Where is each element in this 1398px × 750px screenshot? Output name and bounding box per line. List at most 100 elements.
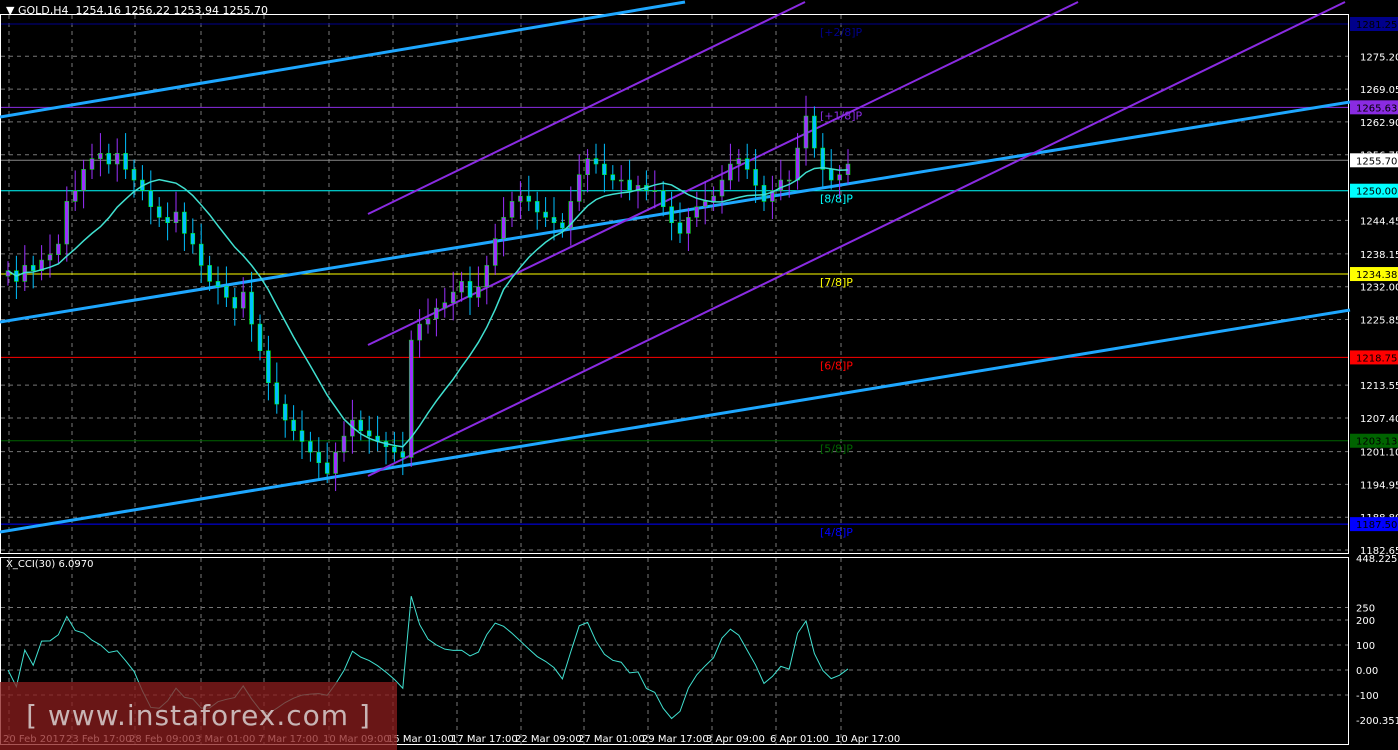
candle-body xyxy=(106,153,112,165)
x-tick-label: 6 Apr 01:00 xyxy=(770,734,829,745)
price-tick-label: 1194.95 xyxy=(1360,480,1398,491)
candle-body xyxy=(98,153,103,159)
price-tick-label: 1201.10 xyxy=(1360,448,1398,459)
candle-body xyxy=(677,222,683,234)
candle-body xyxy=(702,201,708,207)
candle-body xyxy=(291,419,296,432)
x-tick-label: 22 Mar 09:00 xyxy=(515,734,582,745)
candle-body xyxy=(526,195,532,202)
symbol-label: GOLD,H4 xyxy=(17,4,69,17)
candle-body xyxy=(224,286,229,298)
candle-body xyxy=(812,115,817,149)
candle-body xyxy=(156,206,162,218)
candle-body xyxy=(484,265,490,287)
candle-body xyxy=(232,297,238,309)
candle-body xyxy=(820,147,826,170)
candle-body xyxy=(753,169,758,186)
candle-body xyxy=(215,281,221,287)
price-tick-label: 1262.90 xyxy=(1360,118,1398,129)
candle-body xyxy=(618,179,624,182)
x-tick-label: 17 Mar 17:00 xyxy=(451,734,518,745)
candle-body xyxy=(492,238,498,266)
price-tick-label: 1213.55 xyxy=(1360,381,1398,392)
cci-tick-label: 0.00 xyxy=(1356,666,1378,677)
candle-body xyxy=(417,323,422,341)
murrey-level-label: [7/8]P xyxy=(820,276,853,289)
price-level-text: 1281.25 xyxy=(1356,20,1397,31)
candle-body xyxy=(324,462,330,474)
candle-body xyxy=(198,243,204,266)
candle-body xyxy=(744,158,750,170)
cci-tick-label: 200 xyxy=(1356,616,1375,627)
murrey-level-label: [5/8]P xyxy=(820,443,853,456)
price-tick-label: 1232.00 xyxy=(1360,283,1398,294)
chart-window[interactable]: 20 Feb 201723 Feb 17:0028 Feb 09:003 Mar… xyxy=(0,0,1398,750)
x-tick-label: 15 Mar 01:00 xyxy=(387,734,454,745)
candle-body xyxy=(249,291,254,325)
chart-title: ▼ GOLD,H4 1254.16 1256.22 1253.94 1255.7… xyxy=(6,4,268,17)
candle-body xyxy=(686,217,691,234)
candle-body xyxy=(257,323,263,351)
candle-body xyxy=(476,286,481,298)
candle-body xyxy=(602,163,607,175)
x-tick-label: 10 Apr 17:00 xyxy=(835,734,900,745)
murrey-level-label: [4/8]P xyxy=(820,526,853,539)
candle-body xyxy=(114,153,120,165)
candle-body xyxy=(610,174,616,181)
price-tick-label: 1244.45 xyxy=(1360,216,1398,227)
candle-body xyxy=(593,158,599,165)
channel-line xyxy=(367,1,1079,346)
candle-body xyxy=(274,382,280,405)
price-tick-label: 1238.15 xyxy=(1360,250,1398,261)
candle-body xyxy=(434,307,439,319)
price-tick-label: 1207.40 xyxy=(1360,414,1398,425)
candle-body xyxy=(165,217,170,223)
candle-body xyxy=(81,169,86,191)
candle-body xyxy=(711,195,716,202)
candle-body xyxy=(761,185,767,202)
candle-body xyxy=(828,169,834,181)
candle-body xyxy=(30,265,36,271)
trend-line xyxy=(0,308,1351,534)
candle-body xyxy=(299,430,305,442)
price-level-text: 1265.63 xyxy=(1356,103,1397,114)
candle-body xyxy=(89,158,95,170)
candle-body xyxy=(425,318,431,325)
candle-body xyxy=(795,147,800,181)
candle-body xyxy=(148,190,154,207)
candle-body xyxy=(182,211,187,234)
price-level-text: 1187.50 xyxy=(1356,520,1397,531)
candle-body xyxy=(266,350,271,384)
main-panel-frame xyxy=(0,14,1349,554)
candle-body xyxy=(459,281,464,293)
cci-title: X_CCI(30) 6.0970 xyxy=(6,559,94,570)
trend-line xyxy=(0,0,686,119)
candle-body xyxy=(72,190,78,202)
cci-tick-label: -100 xyxy=(1356,691,1379,702)
candle-body xyxy=(207,265,212,282)
murrey-level-label: [+2/8]P xyxy=(820,26,863,39)
watermark: [ www.instaforex.com ] xyxy=(0,682,397,750)
candle-body xyxy=(803,115,809,149)
candle-body xyxy=(551,217,557,223)
candle-body xyxy=(56,243,61,255)
cci-tick-label: 100 xyxy=(1356,641,1375,652)
dropdown-arrow-icon[interactable]: ▼ xyxy=(6,4,18,17)
candle-body xyxy=(450,291,456,303)
candle-body xyxy=(308,441,313,453)
candle-body xyxy=(47,254,53,261)
candle-body xyxy=(366,430,372,437)
candle-body xyxy=(190,233,196,245)
candle-body xyxy=(282,403,288,421)
x-tick-label: 27 Mar 01:00 xyxy=(578,734,645,745)
chart-canvas[interactable]: 20 Feb 201723 Feb 17:0028 Feb 09:003 Mar… xyxy=(0,0,1398,750)
candle-body xyxy=(442,302,448,309)
murrey-level-label: [8/8]P xyxy=(820,193,853,206)
candle-body xyxy=(400,451,406,458)
channel-line xyxy=(367,1,806,215)
price-level-text: 1203.13 xyxy=(1356,437,1397,448)
candle-body xyxy=(123,153,128,170)
candle-body xyxy=(719,179,725,197)
trend-line xyxy=(0,100,1351,324)
candle-body xyxy=(534,201,540,213)
